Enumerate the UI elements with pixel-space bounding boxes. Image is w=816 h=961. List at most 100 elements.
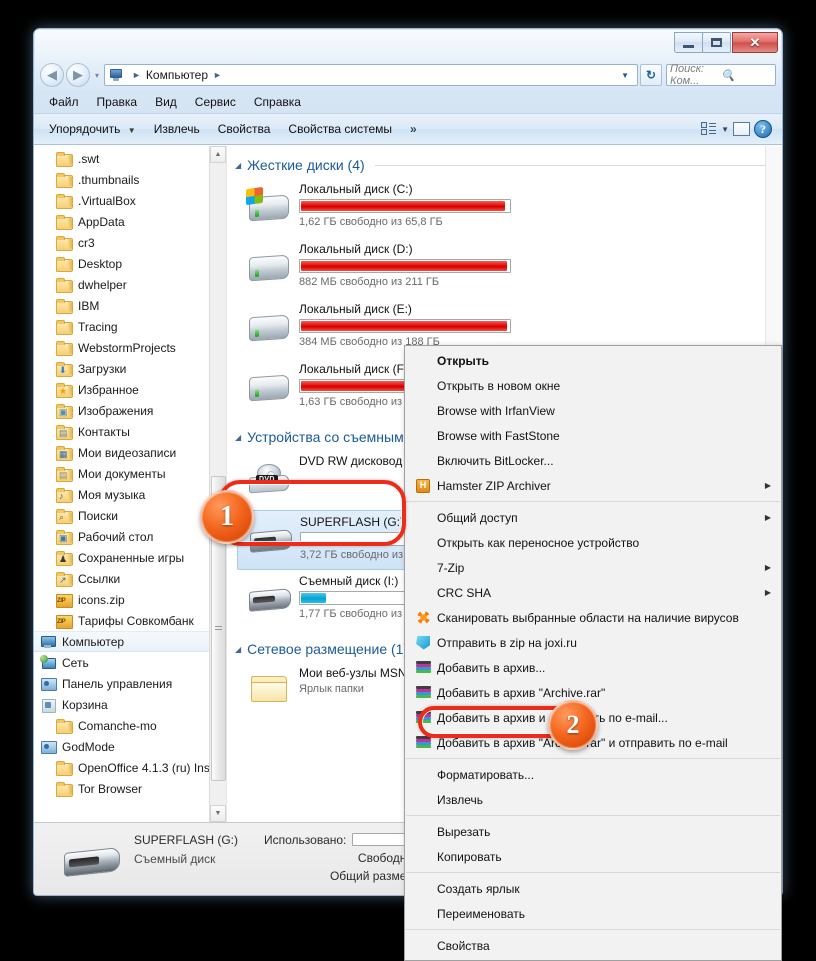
breadcrumb-address-field[interactable]: ► Компьютер ► ▼ [104,64,638,86]
sidebar-item-label: Мои документы [78,467,165,481]
address-dropdown-icon[interactable]: ▼ [615,71,635,80]
hamster-icon: H [416,479,430,493]
forward-button[interactable]: ▶ [66,63,90,87]
breadcrumb-computer[interactable]: Компьютер [146,68,208,82]
folder-badge-icon: ⌕ [59,513,64,522]
view-dropdown-icon[interactable]: ▼ [721,125,729,134]
sidebar-item-23[interactable]: Компьютер [34,631,226,652]
drive-row[interactable]: Локальный диск (C:)1,62 ГБ свободно из 6… [227,178,782,238]
context-menu-item-7[interactable]: Общий доступ▶ [405,505,781,530]
system-properties-button[interactable]: Свойства системы [279,118,401,140]
menu-edit[interactable]: Правка [88,93,147,111]
sidebar-item-28[interactable]: GodMode [34,736,226,757]
sidebar-item-13[interactable]: ▤Контакты [34,421,226,442]
sidebar-item-label: Моя музыка [78,488,145,502]
context-menu-item-label: CRC SHA [437,586,765,600]
context-menu-item-21[interactable]: Вырезать [405,819,781,844]
breadcrumb-separator-2[interactable]: ► [213,70,222,80]
sidebar-item-1[interactable]: .thumbnails [34,169,226,190]
more-commands-button[interactable]: » [401,118,426,140]
sidebar-item-8[interactable]: Tracing [34,316,226,337]
sidebar-item-15[interactable]: ▤ Мои документы [34,463,226,484]
sidebar-item-27[interactable]: Comanche-mo [34,715,226,736]
context-menu-item-9[interactable]: 7-Zip▶ [405,555,781,580]
back-button[interactable]: ◀ [40,63,64,87]
sidebar-item-9[interactable]: WebstormProjects [34,337,226,358]
context-menu-item-25[interactable]: Переименовать [405,901,781,926]
context-menu-item-0[interactable]: Открыть [405,348,781,373]
context-menu-item-22[interactable]: Копировать [405,844,781,869]
sidebar-item-14[interactable]: ▦Мои видеозаписи [34,442,226,463]
recent-pages-dropdown[interactable]: ▾ [90,71,104,80]
sidebar-item-label: Мои видеозаписи [78,446,176,460]
sidebar-item-4[interactable]: cr3 [34,232,226,253]
maximize-button[interactable] [702,32,731,53]
help-icon[interactable]: ? [754,120,772,138]
sidebar-item-3[interactable]: AppData [34,211,226,232]
context-menu-item-2[interactable]: Browse with IrfanView [405,398,781,423]
properties-button[interactable]: Свойства [209,118,280,140]
title-bar[interactable]: ✕ [34,29,782,59]
nav-pane-scrollbar[interactable]: ▲ ▼ [209,146,226,822]
context-menu-item-13[interactable]: Добавить в архив... [405,655,781,680]
sidebar-item-12[interactable]: ▣Изображения [34,400,226,421]
close-button[interactable]: ✕ [732,32,778,53]
sidebar-item-24[interactable]: Сеть [34,652,226,673]
sidebar-item-0[interactable]: .swt [34,148,226,169]
context-menu-item-18[interactable]: Форматировать... [405,762,781,787]
refresh-button[interactable]: ↻ [640,64,662,86]
sidebar-item-6[interactable]: dwhelper [34,274,226,295]
group-collapse-icon[interactable]: ◢ [235,161,241,170]
context-menu-item-5[interactable]: HHamster ZIP Archiver▶ [405,473,781,498]
menu-tools[interactable]: Сервис [186,93,245,111]
sidebar-item-16[interactable]: ♪Моя музыка [34,484,226,505]
sidebar-item-19[interactable]: ♟Сохраненные игры [34,547,226,568]
group-collapse-icon[interactable]: ◢ [235,645,241,654]
context-menu-item-19[interactable]: Извлечь [405,787,781,812]
context-menu-item-11[interactable]: Сканировать выбранные области на наличие… [405,605,781,630]
sidebar-item-label: WebstormProjects [78,341,176,355]
scroll-up-arrow[interactable]: ▲ [210,146,226,163]
sidebar-item-label: Загрузки [78,362,126,376]
sidebar-item-22[interactable]: Тарифы Совкомбанк [34,610,226,631]
context-menu-item-10[interactable]: CRC SHA▶ [405,580,781,605]
context-menu-item-12[interactable]: Отправить в zip на joxi.ru [405,630,781,655]
context-menu-item-3[interactable]: Browse with FastStone [405,423,781,448]
preview-pane-icon[interactable] [733,122,750,136]
sidebar-item-2[interactable]: .VirtualBox [34,190,226,211]
minimize-button[interactable] [674,32,703,53]
folder-badge-icon: ★ [59,387,67,396]
sidebar-item-21[interactable]: icons.zip [34,589,226,610]
drive-row[interactable]: Локальный диск (D:)882 МБ свободно из 21… [227,238,782,298]
sidebar-item-5[interactable]: Desktop [34,253,226,274]
eject-button[interactable]: Извлечь [145,118,209,140]
sidebar-item-25[interactable]: Панель управления [34,673,226,694]
menu-view[interactable]: Вид [146,93,186,111]
context-menu-item-8[interactable]: Открыть как переносное устройство [405,530,781,555]
search-box[interactable]: Поиск: Ком... 🔍 [666,64,776,86]
sidebar-item-20[interactable]: ↗Ссылки [34,568,226,589]
sidebar-item-26[interactable]: Корзина [34,694,226,715]
sidebar-item-10[interactable]: ⬇Загрузки [34,358,226,379]
group-header-0[interactable]: ◢Жесткие диски (4) [227,152,782,178]
context-menu-item-14[interactable]: Добавить в архив "Archive.rar" [405,680,781,705]
sidebar-item-18[interactable]: ▣Рабочий стол [34,526,226,547]
drive-name: Локальный диск (C:) [299,182,511,196]
sidebar-item-30[interactable]: Tor Browser [34,778,226,799]
scroll-down-arrow[interactable]: ▼ [210,805,226,822]
context-menu-item-27[interactable]: Свойства [405,933,781,958]
change-view-icon[interactable] [701,122,717,136]
menu-help[interactable]: Справка [245,93,310,111]
group-collapse-icon[interactable]: ◢ [235,433,241,442]
usb-drive-icon [249,588,291,612]
folder-badge-icon: ▤ [59,471,68,480]
sidebar-item-17[interactable]: ⌕Поиски [34,505,226,526]
sidebar-item-7[interactable]: IBM [34,295,226,316]
menu-file[interactable]: Файл [40,93,88,111]
context-menu-item-1[interactable]: Открыть в новом окне [405,373,781,398]
sidebar-item-11[interactable]: ★Избранное [34,379,226,400]
context-menu-item-4[interactable]: Включить BitLocker... [405,448,781,473]
context-menu-item-24[interactable]: Создать ярлык [405,876,781,901]
organize-button[interactable]: Упорядочить ▼ [40,118,145,140]
sidebar-item-29[interactable]: OpenOffice 4.1.3 (ru) Ins [34,757,226,778]
